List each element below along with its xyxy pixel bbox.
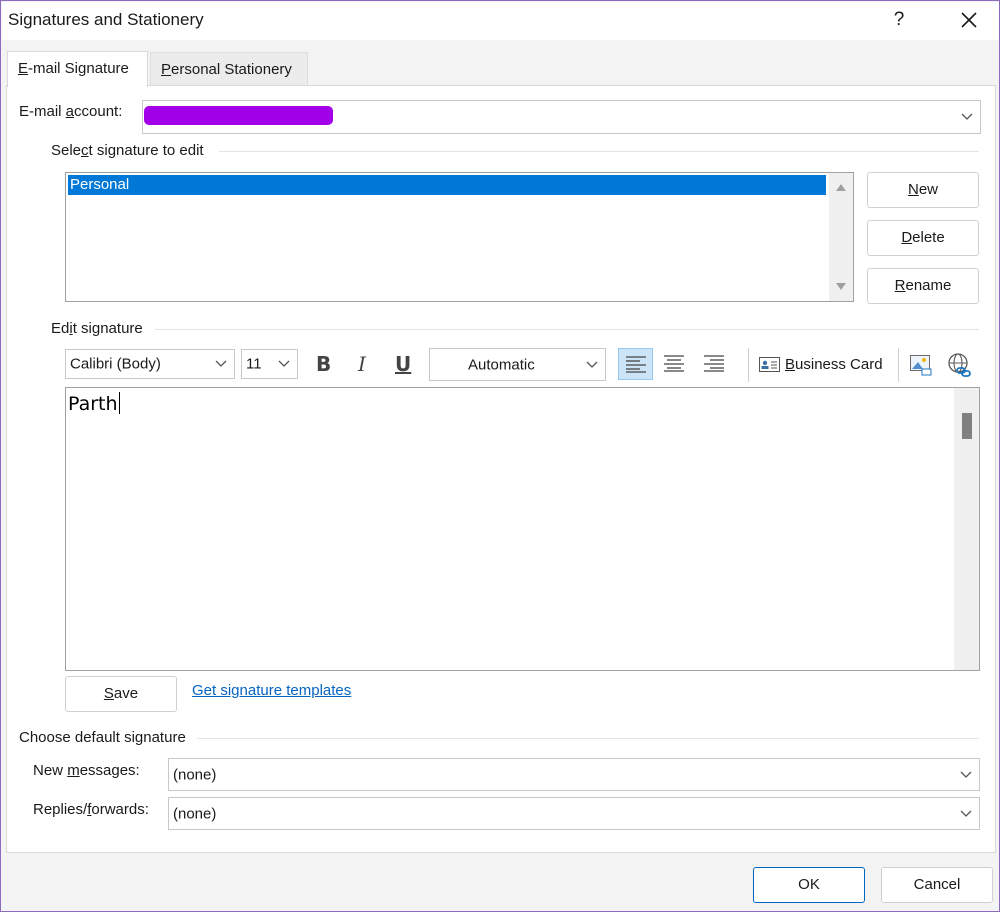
tab-personal-stationery[interactable]: Personal Stationery: [150, 52, 308, 86]
bold-button[interactable]: B: [316, 352, 331, 376]
email-account-dropdown[interactable]: [142, 100, 981, 134]
new-button-rest: ew: [918, 181, 939, 198]
business-card-rest: usiness Card: [795, 356, 883, 373]
rename-button-key: R: [894, 277, 906, 294]
section-divider: [197, 738, 979, 739]
edit-signature-suffix: t signature: [72, 320, 143, 337]
delete-button-key: D: [901, 229, 913, 246]
italic-button[interactable]: I: [358, 352, 366, 376]
cancel-button[interactable]: Cancel: [881, 867, 993, 903]
new-button-key: N: [907, 181, 919, 198]
insert-picture-button[interactable]: [909, 353, 933, 381]
get-signature-templates-link[interactable]: Get signature templates: [192, 682, 351, 699]
email-account-label-prefix: E-mail: [19, 103, 66, 120]
font-value: Calibri (Body): [70, 355, 161, 373]
signature-body-text: Parth: [68, 393, 118, 415]
delete-signature-button[interactable]: Delete: [867, 220, 979, 256]
replies-forwards-label: Replies/forwards:: [33, 801, 149, 818]
tab-personal-stationery-label: Personal Stationery: [161, 61, 292, 78]
replies-forwards-dropdown[interactable]: (none): [168, 797, 980, 830]
signature-body: Parth: [68, 392, 120, 415]
rename-signature-button[interactable]: Rename: [867, 268, 979, 304]
font-color-dropdown[interactable]: Automatic: [429, 348, 606, 381]
chevron-down-icon: [271, 350, 297, 378]
save-button[interactable]: Save: [65, 676, 177, 712]
rename-button-rest: ename: [905, 277, 952, 294]
select-signature-suffix: t signature to edit: [88, 142, 204, 159]
replies-forwards-value: (none): [173, 805, 217, 822]
chevron-down-icon: [208, 350, 234, 378]
new-messages-dropdown[interactable]: (none): [168, 758, 980, 791]
chevron-down-icon: [953, 759, 979, 790]
section-divider: [219, 151, 979, 152]
globe-link-icon: [948, 353, 971, 377]
new-messages-prefix: New: [33, 762, 68, 779]
editor-scroll-thumb[interactable]: [962, 413, 972, 439]
delete-button-rest: elete: [912, 229, 945, 246]
edit-signature-prefix: Ed: [51, 320, 70, 337]
tab-email-signature-label: E-mail Signature: [18, 60, 129, 77]
business-card-icon: [759, 357, 780, 372]
insert-picture-icon: [910, 355, 932, 376]
email-account-label: E-mail account:: [19, 103, 122, 120]
align-left-button[interactable]: [618, 348, 653, 380]
select-signature-prefix: Sele: [51, 142, 82, 159]
font-size-dropdown[interactable]: 11: [241, 349, 298, 379]
replies-forwards-suffix: orwards:: [91, 801, 149, 818]
scroll-down-icon[interactable]: [836, 283, 846, 290]
window-title: Signatures and Stationery: [8, 10, 204, 29]
tab-strip: E-mail Signature Personal Stationery: [2, 40, 999, 87]
new-messages-key: m: [67, 762, 80, 779]
title-bar: Signatures and Stationery ?: [2, 2, 999, 40]
redaction-mark: [144, 106, 333, 125]
select-signature-key: c: [81, 142, 89, 159]
signature-item-personal: Personal: [70, 176, 130, 193]
toolbar-separator: [748, 348, 749, 382]
chevron-down-icon: [953, 798, 979, 829]
signature-editor[interactable]: Parth: [65, 387, 980, 671]
section-divider: [155, 329, 979, 330]
align-right-button[interactable]: [703, 354, 725, 376]
email-account-label-key: a: [65, 103, 75, 120]
save-button-key: S: [103, 685, 114, 702]
chevron-down-icon: [579, 349, 605, 380]
save-button-rest: ave: [113, 685, 139, 702]
ok-button[interactable]: OK: [753, 867, 865, 903]
signature-list[interactable]: Personal: [65, 172, 854, 302]
new-messages-value: (none): [173, 766, 217, 783]
new-messages-label: New messages:: [33, 762, 140, 779]
align-center-button[interactable]: [663, 354, 685, 376]
new-signature-button[interactable]: New: [867, 172, 979, 208]
editor-scrollbar[interactable]: [954, 388, 979, 670]
text-caret: [118, 392, 120, 414]
hyperlink-button[interactable]: [947, 352, 973, 382]
replies-forwards-prefix: Replies/: [33, 801, 88, 818]
email-account-label-suffix: ccount:: [74, 103, 123, 120]
align-center-icon: [664, 355, 684, 372]
signatures-dialog: Signatures and Stationery ? E-mail Signa…: [0, 0, 1000, 912]
chevron-down-icon: [954, 101, 980, 133]
default-signature-heading: Choose default signature: [19, 729, 186, 746]
font-size-value: 11: [246, 355, 262, 373]
close-icon: [961, 12, 977, 28]
list-item[interactable]: Personal: [68, 175, 826, 195]
font-dropdown[interactable]: Calibri (Body): [65, 349, 235, 379]
signature-list-scrollbar[interactable]: [829, 173, 853, 301]
close-button[interactable]: [950, 6, 988, 34]
font-color-value: Automatic: [468, 356, 535, 373]
edit-signature-heading: Edit signature: [51, 320, 143, 337]
new-messages-suffix: essages:: [79, 762, 140, 779]
help-button[interactable]: ?: [886, 6, 912, 34]
align-left-icon: [626, 356, 646, 373]
email-signature-panel: E-mail account: Select signature to edit…: [6, 85, 996, 853]
underline-button[interactable]: U: [395, 352, 411, 376]
align-right-icon: [704, 355, 724, 372]
business-card-label: Business Card: [785, 356, 883, 373]
scroll-up-icon[interactable]: [836, 184, 846, 191]
tab-email-signature[interactable]: E-mail Signature: [7, 51, 148, 87]
toolbar-separator: [898, 348, 899, 382]
select-signature-heading: Select signature to edit: [51, 142, 204, 159]
business-card-key: B: [785, 356, 796, 373]
